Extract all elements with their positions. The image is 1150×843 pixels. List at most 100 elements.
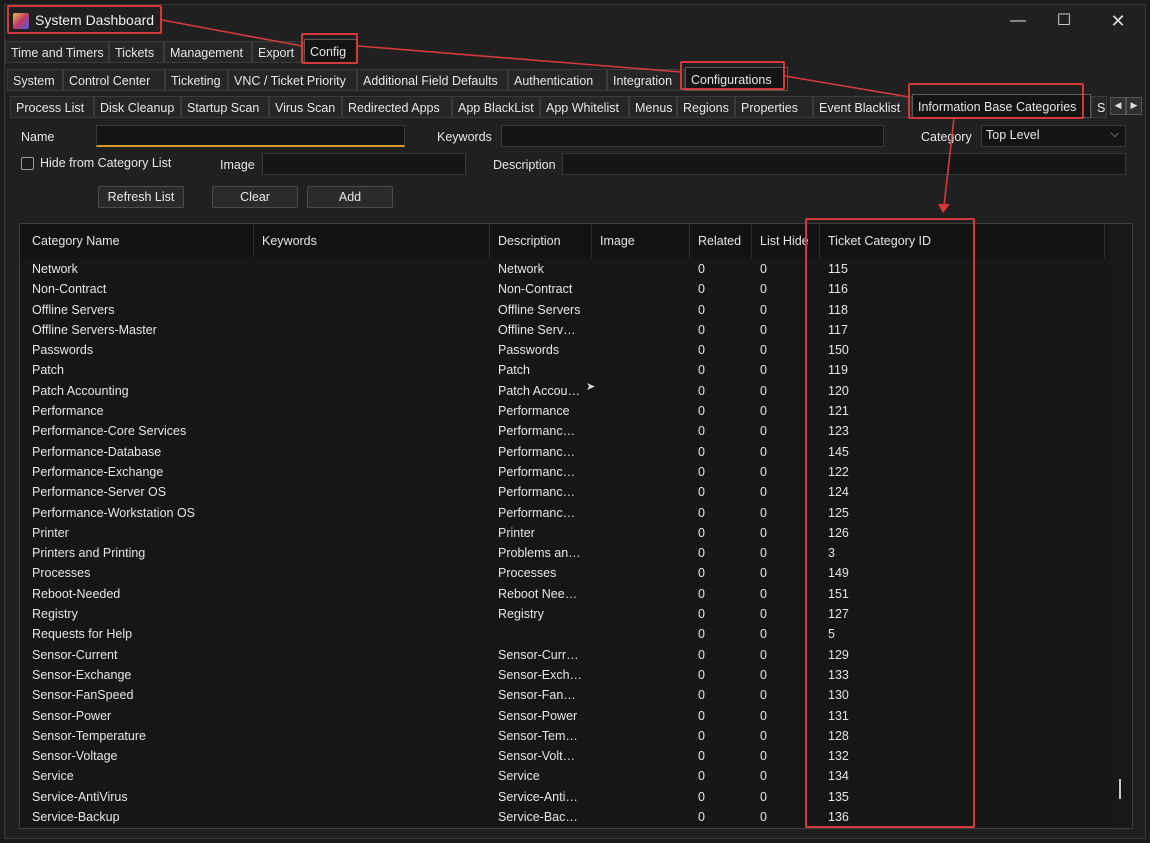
- table-cell: 0: [698, 424, 705, 439]
- table-cell: 0: [698, 769, 705, 784]
- table-cell: [490, 624, 592, 644]
- tab-startup-scan[interactable]: Startup Scan: [181, 96, 269, 118]
- table-row[interactable]: Registry Registry 0 0 127: [20, 604, 1105, 624]
- close-button[interactable]: ✕: [1095, 5, 1141, 37]
- table-row[interactable]: Requests for Help 0 0 5: [20, 624, 1105, 644]
- table-cell: [254, 421, 490, 441]
- column-header-category-name[interactable]: Category Name: [24, 224, 254, 258]
- tab-management[interactable]: Management: [164, 41, 252, 63]
- tab-properties[interactable]: Properties: [735, 96, 813, 118]
- table-row[interactable]: Performance-Exchange Performanc… 0 0 122: [20, 462, 1105, 482]
- table-row[interactable]: Offline Servers-Master Offline Serv… 0 0 117: [20, 320, 1105, 340]
- table-cell: [254, 543, 490, 563]
- table-row[interactable]: Printer Printer 0 0 126: [20, 523, 1105, 543]
- tab-event-blacklist[interactable]: Event Blacklist: [813, 96, 912, 118]
- table-cell: 0: [760, 810, 767, 825]
- table-cell: [592, 381, 690, 401]
- table-row[interactable]: Passwords Passwords 0 0 150: [20, 340, 1105, 360]
- table-row[interactable]: Offline Servers Offline Servers 0 0 118: [20, 300, 1105, 320]
- maximize-button[interactable]: ☐: [1041, 5, 1087, 37]
- table-cell: 134: [828, 769, 849, 784]
- table-row[interactable]: Patch Accounting Patch Accou… 0 0 120: [20, 381, 1105, 401]
- table-row[interactable]: Network Network 0 0 115: [20, 259, 1105, 279]
- table-row[interactable]: Service-AntiVirus Service-Anti… 0 0 135: [20, 787, 1105, 807]
- tab-app-blacklist[interactable]: App BlackList: [452, 96, 540, 118]
- table-cell: Patch: [498, 363, 530, 378]
- tab-scroll-right-button[interactable]: ▶: [1126, 97, 1142, 115]
- keywords-input[interactable]: [501, 125, 884, 147]
- tab-additional-field-defaults[interactable]: Additional Field Defaults: [357, 69, 508, 91]
- table-cell: Registry: [498, 607, 544, 622]
- table-row[interactable]: Service Service 0 0 134: [20, 766, 1105, 786]
- table-row[interactable]: Reboot-Needed Reboot Nee… 0 0 151: [20, 584, 1105, 604]
- table-cell: [592, 421, 690, 441]
- table-row[interactable]: Service-Backup Service-Bac… 0 0 136: [20, 807, 1105, 827]
- tab-virus-scan[interactable]: Virus Scan: [269, 96, 342, 118]
- table-cell: [592, 360, 690, 380]
- table-cell: [254, 726, 490, 746]
- tab-export[interactable]: Export: [252, 41, 304, 63]
- table-row[interactable]: Sensor-Exchange Sensor-Exch… 0 0 133: [20, 665, 1105, 685]
- tab-app-whitelist[interactable]: App Whitelist: [540, 96, 629, 118]
- tab-system[interactable]: System: [7, 69, 63, 91]
- tab-ticketing[interactable]: Ticketing: [165, 69, 228, 91]
- table-cell: Sensor-Fan…: [498, 688, 576, 703]
- table-cell: [592, 442, 690, 462]
- hide-from-category-checkbox[interactable]: [21, 157, 34, 170]
- clear-button[interactable]: Clear: [212, 186, 298, 208]
- column-header-list-hide[interactable]: List Hide: [752, 224, 820, 258]
- table-cell: 124: [828, 485, 849, 500]
- vertical-scrollbar[interactable]: [1108, 224, 1132, 828]
- tab-control-center[interactable]: Control Center: [63, 69, 165, 91]
- table-row[interactable]: Processes Processes 0 0 149: [20, 563, 1105, 583]
- tab-process-list[interactable]: Process List: [10, 96, 94, 118]
- column-header-related[interactable]: Related: [690, 224, 752, 258]
- refresh-list-button[interactable]: Refresh List: [98, 186, 184, 208]
- table-row[interactable]: Performance-Database Performanc… 0 0 145: [20, 442, 1105, 462]
- tab-time-and-timers[interactable]: Time and Timers: [5, 41, 109, 63]
- table-row[interactable]: Sensor-Temperature Sensor-Tem… 0 0 128: [20, 726, 1105, 746]
- table-row[interactable]: Sensor-FanSpeed Sensor-Fan… 0 0 130: [20, 685, 1105, 705]
- table-row[interactable]: Performance-Core Services Performanc… 0 0 12…: [20, 421, 1105, 441]
- tab-information-base-categories[interactable]: Information Base Categories: [912, 94, 1091, 118]
- table-row[interactable]: Performance-Workstation OS Performanc… 0 0 1…: [20, 503, 1105, 523]
- tab-scroll-left-button[interactable]: ◀: [1110, 97, 1126, 115]
- table-cell: [592, 279, 690, 299]
- column-header-keywords[interactable]: Keywords: [254, 224, 490, 258]
- scrollbar-thumb[interactable]: [1119, 779, 1121, 799]
- table-row[interactable]: Sensor-Current Sensor-Curr… 0 0 129: [20, 645, 1105, 665]
- table-row[interactable]: Non-Contract Non-Contract 0 0 116: [20, 279, 1105, 299]
- minimize-button[interactable]: —: [995, 5, 1041, 37]
- table-row[interactable]: Sensor-Voltage Sensor-Volt… 0 0 132: [20, 746, 1105, 766]
- tab-redirected-apps[interactable]: Redirected Apps: [342, 96, 452, 118]
- image-input[interactable]: [262, 153, 466, 175]
- name-input[interactable]: [96, 125, 405, 147]
- tab-vnc-ticket-priority[interactable]: VNC / Ticket Priority: [228, 69, 357, 91]
- tab-integration[interactable]: Integration: [607, 69, 685, 91]
- table-cell: Network: [498, 262, 544, 276]
- table-cell: Performance-Core Services: [32, 424, 187, 439]
- table-cell: [592, 300, 690, 320]
- tab-disk-cleanup[interactable]: Disk Cleanup: [94, 96, 181, 118]
- table-row[interactable]: Printers and Printing Problems an… 0 0 3: [20, 543, 1105, 563]
- tab-config[interactable]: Config: [304, 39, 357, 63]
- tab-regions[interactable]: Regions: [677, 96, 735, 118]
- column-header-image[interactable]: Image: [592, 224, 690, 258]
- table-row[interactable]: Patch Patch 0 0 119: [20, 360, 1105, 380]
- category-select[interactable]: Top Level ⌵: [981, 125, 1126, 147]
- description-input[interactable]: [562, 153, 1126, 175]
- add-button[interactable]: Add: [307, 186, 393, 208]
- tab-s[interactable]: S: [1091, 96, 1107, 118]
- column-header-ticket-category-id[interactable]: Ticket Category ID: [820, 224, 1105, 258]
- table-cell: 0: [698, 383, 705, 398]
- table-cell: 0: [760, 607, 767, 622]
- table-row[interactable]: Performance Performance 0 0 121: [20, 401, 1105, 421]
- table-row[interactable]: Sensor-Power Sensor-Power 0 0 131: [20, 706, 1105, 726]
- tab-menus[interactable]: Menus: [629, 96, 677, 118]
- table-row[interactable]: Performance-Server OS Performanc… 0 0 124: [20, 482, 1105, 502]
- tab-tickets[interactable]: Tickets: [109, 41, 164, 63]
- table-cell: Problems an…: [498, 546, 581, 561]
- tab-configurations[interactable]: Configurations: [685, 67, 788, 91]
- column-header-description[interactable]: Description: [490, 224, 592, 258]
- tab-authentication[interactable]: Authentication: [508, 69, 607, 91]
